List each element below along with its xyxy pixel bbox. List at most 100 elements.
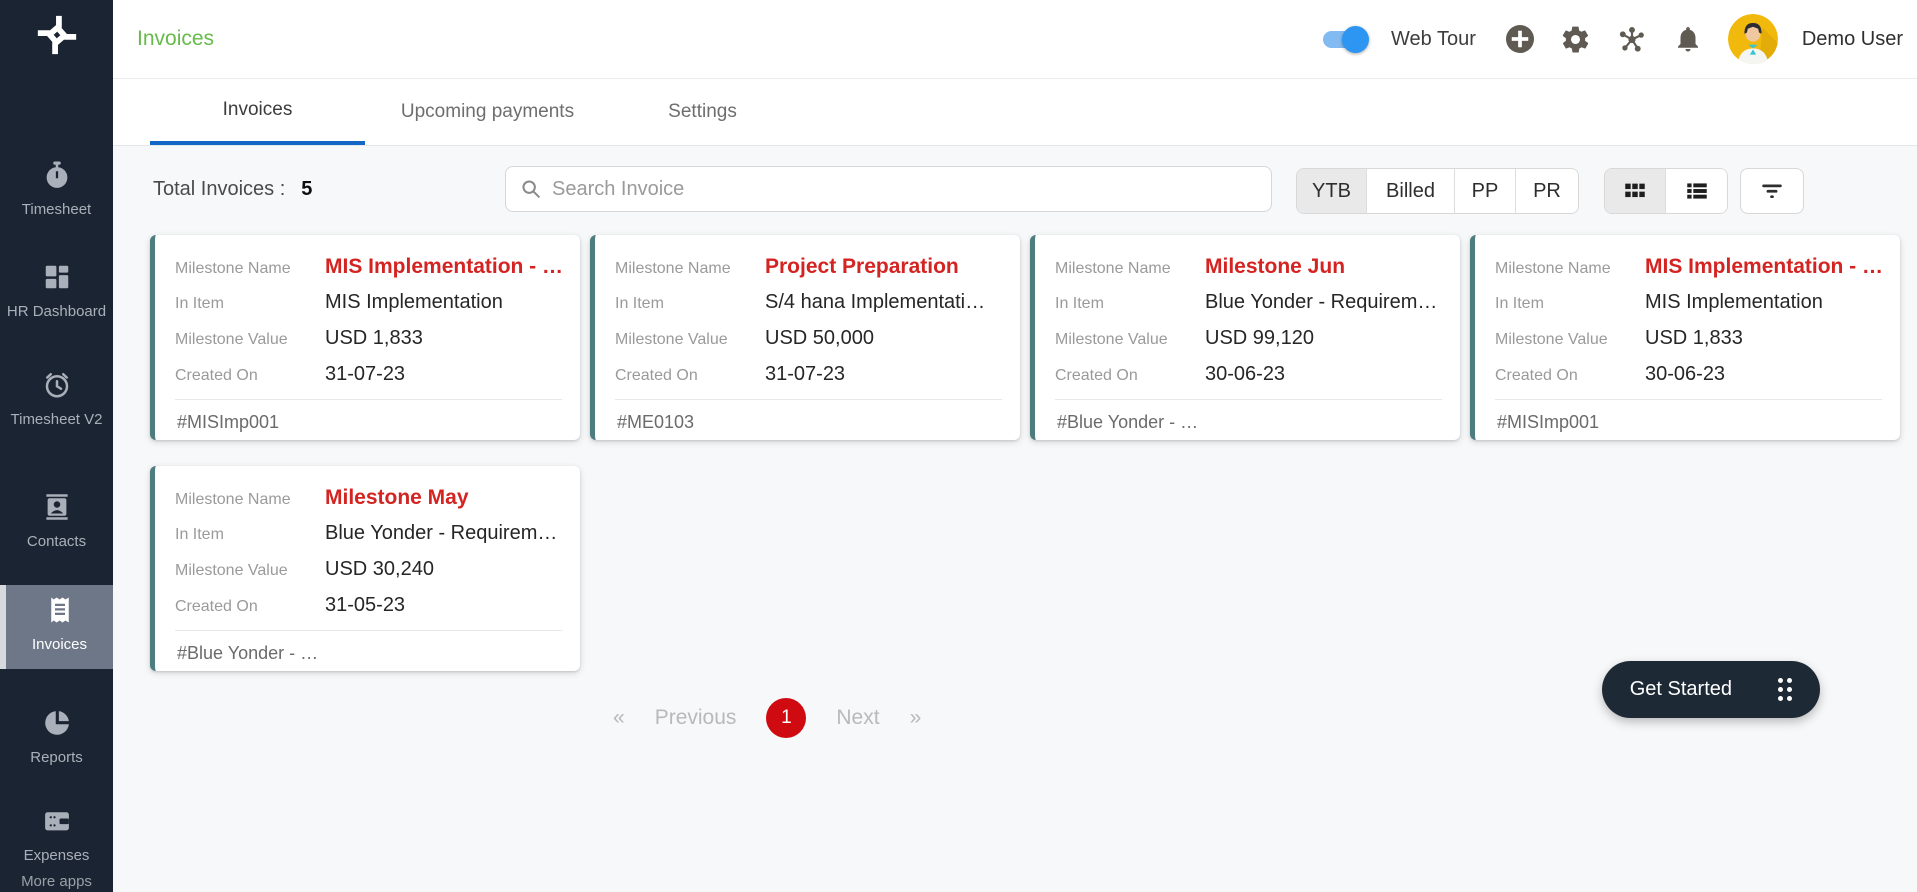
get-started-button[interactable]: Get Started	[1602, 661, 1820, 718]
sidebar-item-reports[interactable]: Reports	[0, 700, 113, 777]
filter-billed[interactable]: Billed	[1367, 169, 1455, 213]
created-on: 31-07-23	[765, 363, 845, 386]
field-label: Created On	[615, 367, 765, 385]
invoice-card[interactable]: Milestone NameMilestone Jun In ItemBlue …	[1030, 235, 1460, 440]
field-label: Milestone Value	[1055, 331, 1205, 349]
sidebar-item-invoices[interactable]: Invoices	[0, 585, 113, 669]
in-item: MIS Implementation	[325, 291, 503, 314]
grid-view-button[interactable]	[1605, 169, 1666, 213]
created-on: 31-07-23	[325, 363, 405, 386]
filter-pp[interactable]: PP	[1455, 169, 1516, 213]
tab-label: Settings	[668, 101, 737, 123]
filter-ytb[interactable]: YTB	[1297, 169, 1367, 213]
contact-card-icon	[42, 492, 72, 522]
integrations-button[interactable]	[1616, 23, 1648, 55]
grid-view-icon	[1622, 178, 1648, 204]
milestone-name: MIS Implementation - …	[325, 255, 562, 279]
page-title: Invoices	[137, 27, 214, 51]
tab-settings[interactable]: Settings	[610, 79, 795, 145]
milestone-value: USD 99,120	[1205, 327, 1314, 350]
invoice-id: #MISImp001	[1495, 399, 1882, 447]
current-page-badge[interactable]: 1	[766, 698, 806, 738]
logo-icon	[34, 12, 80, 58]
field-label: Milestone Value	[175, 331, 325, 349]
invoice-card[interactable]: Milestone NameMIS Implementation - … In …	[150, 235, 580, 440]
milestone-name: MIS Implementation - …	[1645, 255, 1882, 279]
sidebar-item-label: Expenses	[24, 845, 90, 867]
field-label: Milestone Value	[175, 562, 325, 580]
alarm-clock-icon	[42, 370, 72, 400]
invoice-id: #ME0103	[615, 399, 1002, 447]
get-started-label: Get Started	[1630, 678, 1732, 701]
tabstrip: Invoices Upcoming payments Settings	[113, 79, 1917, 146]
filter-funnel-button[interactable]	[1740, 168, 1804, 214]
toggle-knob[interactable]	[1342, 26, 1369, 53]
list-view-icon	[1684, 178, 1710, 204]
sidebar-more-apps[interactable]: More apps	[0, 873, 113, 890]
tab-invoices[interactable]: Invoices	[150, 79, 365, 145]
first-page-chevron[interactable]: «	[613, 706, 625, 730]
created-on: 30-06-23	[1205, 363, 1285, 386]
milestone-value: USD 50,000	[765, 327, 874, 350]
field-label: Created On	[1055, 367, 1205, 385]
app-logo[interactable]	[0, 12, 113, 58]
field-label: In Item	[615, 295, 765, 313]
total-invoices-label: Total Invoices :	[153, 178, 285, 201]
field-label: Milestone Name	[175, 260, 325, 278]
sidebar-item-label: Timesheet V2	[11, 409, 103, 431]
pagination: « Previous 1 Next »	[613, 698, 921, 738]
in-item: MIS Implementation	[1645, 291, 1823, 314]
web-tour-toggle[interactable]	[1323, 31, 1365, 48]
field-label: In Item	[175, 295, 325, 313]
tab-label: Invoices	[223, 99, 293, 121]
search-input[interactable]	[552, 178, 1257, 201]
add-button[interactable]	[1504, 23, 1536, 55]
dots-grid-icon	[1778, 678, 1792, 701]
invoice-card[interactable]: Milestone NameMIS Implementation - … In …	[1470, 235, 1900, 440]
notifications-button[interactable]	[1672, 23, 1704, 55]
total-invoices: Total Invoices : 5	[153, 178, 312, 201]
field-label: Milestone Value	[615, 331, 765, 349]
in-item: S/4 hana Implementati…	[765, 291, 985, 314]
previous-page-link[interactable]: Previous	[655, 706, 737, 730]
settings-button[interactable]	[1560, 23, 1592, 55]
search-box[interactable]	[505, 166, 1272, 212]
search-icon	[520, 178, 542, 200]
list-view-button[interactable]	[1666, 169, 1727, 213]
tab-label: Upcoming payments	[401, 101, 574, 123]
avatar[interactable]	[1728, 14, 1778, 64]
dashboard-icon	[42, 262, 72, 292]
tab-upcoming-payments[interactable]: Upcoming payments	[365, 79, 610, 145]
field-label: In Item	[1495, 295, 1645, 313]
content-area: Total Invoices : 5 YTB Billed PP PR	[113, 146, 1917, 892]
sidebar-item-expenses[interactable]: Expenses	[0, 798, 113, 875]
topbar-actions: Web Tour	[1323, 14, 1903, 64]
sidebar-item-contacts[interactable]: Contacts	[0, 484, 113, 561]
sidebar: Timesheet HR Dashboard Timesheet V2 Cont…	[0, 0, 113, 892]
milestone-name: Milestone May	[325, 486, 469, 510]
invoice-card-grid: Milestone NameMIS Implementation - … In …	[150, 235, 1910, 671]
invoice-card[interactable]: Milestone NameMilestone May In ItemBlue …	[150, 466, 580, 671]
next-page-link[interactable]: Next	[836, 706, 879, 730]
invoice-card[interactable]: Milestone NameProject Preparation In Ite…	[590, 235, 1020, 440]
view-mode-segmented-control	[1604, 168, 1728, 214]
web-tour-label: Web Tour	[1391, 28, 1476, 51]
filter-pr[interactable]: PR	[1516, 169, 1578, 213]
last-page-chevron[interactable]: »	[910, 706, 922, 730]
stopwatch-icon	[42, 160, 72, 190]
pie-chart-icon	[42, 708, 72, 738]
invoice-id: #MISImp001	[175, 399, 562, 447]
field-label: Milestone Name	[1495, 260, 1645, 278]
created-on: 30-06-23	[1645, 363, 1725, 386]
sidebar-item-timesheet-v2[interactable]: Timesheet V2	[0, 362, 113, 439]
user-name[interactable]: Demo User	[1802, 28, 1903, 51]
milestone-value: USD 30,240	[325, 558, 434, 581]
bell-icon	[1673, 24, 1703, 54]
sidebar-item-hr-dashboard[interactable]: HR Dashboard	[0, 254, 113, 331]
sidebar-item-label: Reports	[30, 747, 83, 769]
milestone-name: Milestone Jun	[1205, 255, 1345, 279]
sidebar-item-timesheet[interactable]: Timesheet	[0, 152, 113, 229]
topbar: Invoices Web Tour	[113, 0, 1917, 79]
molecule-icon	[1616, 23, 1648, 56]
in-item: Blue Yonder - Requirem…	[325, 522, 557, 545]
